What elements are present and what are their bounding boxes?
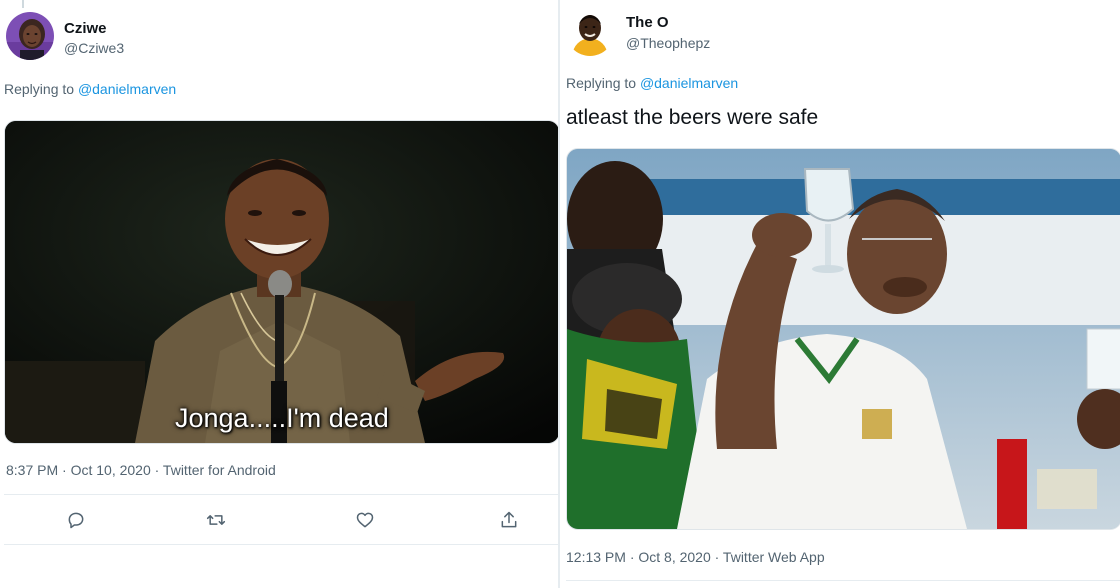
mention-link[interactable]: @danielmarven <box>640 75 738 91</box>
image-caption: Jonga.....I'm dead <box>175 403 389 433</box>
man-drinking-photo <box>567 149 1120 529</box>
avatar[interactable] <box>6 12 54 60</box>
thread-line <box>22 0 24 8</box>
replying-to: Replying to @danielmarven <box>566 75 738 91</box>
tweet-media-image[interactable] <box>566 148 1120 530</box>
retweet-icon[interactable] <box>202 506 230 534</box>
tweet-media-image[interactable]: Jonga.....I'm dead <box>4 120 560 444</box>
display-name[interactable]: The O <box>626 14 669 31</box>
replying-prefix: Replying to <box>4 81 78 97</box>
replying-to: Replying to @danielmarven <box>4 81 176 97</box>
user-handle[interactable]: @Theophepz <box>626 35 710 51</box>
avatar[interactable] <box>566 8 614 56</box>
divider-line <box>4 544 558 545</box>
tweet-text: atleast the beers were safe <box>566 106 819 129</box>
divider-line <box>566 580 1120 581</box>
like-icon[interactable] <box>351 506 379 534</box>
replying-prefix: Replying to <box>566 75 640 91</box>
comedian-photo <box>5 121 559 443</box>
mention-link[interactable]: @danielmarven <box>78 81 176 97</box>
display-name[interactable]: Cziwe <box>64 20 107 37</box>
share-icon[interactable] <box>495 506 523 534</box>
reply-icon[interactable] <box>62 506 90 534</box>
user-handle[interactable]: @Cziwe3 <box>64 40 124 56</box>
tweet-theo[interactable]: The O @Theophepz Replying to @danielmarv… <box>560 0 1120 588</box>
tweet-cziwe[interactable]: Cziwe @Cziwe3 Replying to @danielmarven <box>0 0 560 588</box>
tweet-timestamp[interactable]: 12:13 PM · Oct 8, 2020 · Twitter Web App <box>566 549 825 565</box>
divider-line <box>4 494 558 495</box>
tweet-timestamp[interactable]: 8:37 PM · Oct 10, 2020 · Twitter for And… <box>6 462 276 478</box>
